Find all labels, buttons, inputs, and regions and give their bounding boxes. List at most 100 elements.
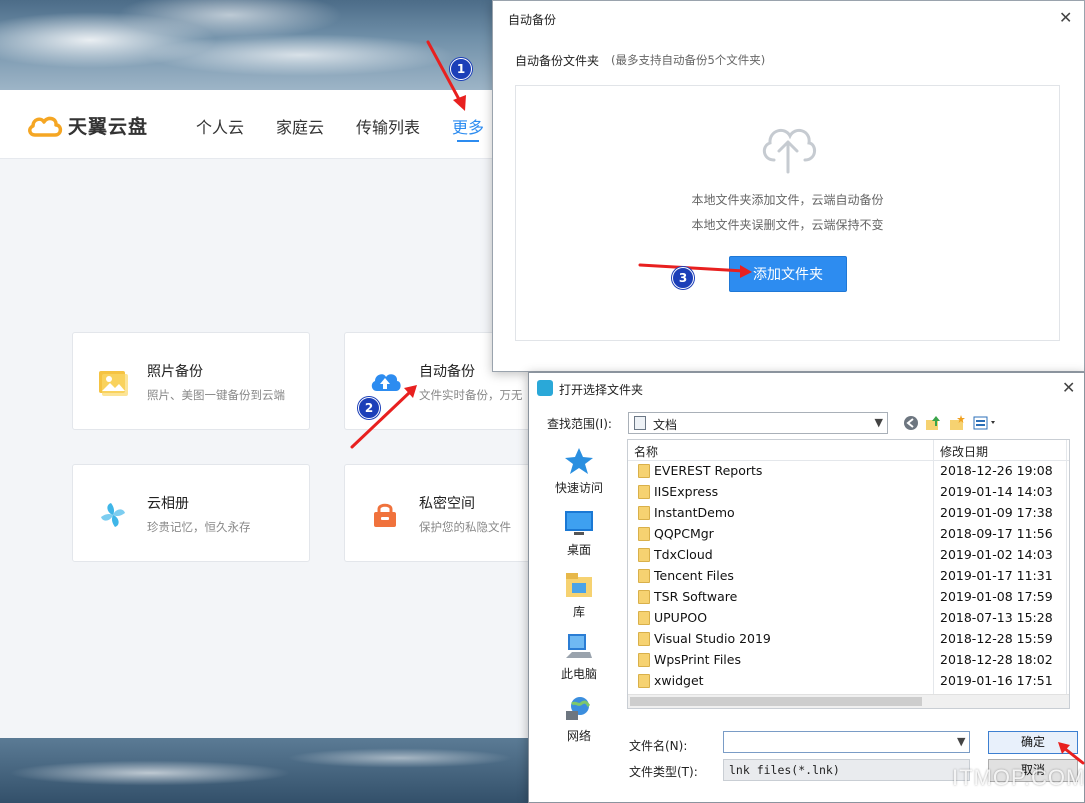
card-private-space[interactable]: 私密空间 保护您的私隐文件 xyxy=(344,464,540,562)
file-date: 2018-12-28 18:02 xyxy=(940,652,1053,667)
folder-icon xyxy=(638,485,650,499)
section-hint: (最多支持自动备份5个文件夹) xyxy=(611,53,766,67)
file-name: UPUPOO xyxy=(654,610,708,625)
file-name: Tencent Files xyxy=(654,568,734,583)
new-folder-icon[interactable] xyxy=(949,415,965,431)
table-row[interactable]: xwidget 2019-01-16 17:51 xyxy=(628,671,1069,692)
view-menu-icon[interactable] xyxy=(973,415,999,431)
step-badge-3: 3 xyxy=(672,267,694,289)
file-date: 2019-01-09 17:38 xyxy=(940,505,1053,520)
folder-icon xyxy=(638,653,650,667)
scrollbar-thumb[interactable] xyxy=(630,697,922,706)
pinwheel-icon xyxy=(101,503,125,527)
table-row[interactable]: Tencent Files 2019-01-17 11:31 xyxy=(628,566,1069,587)
card-desc: 保护您的私隐文件 xyxy=(419,520,511,534)
watermark: ITMOP.COM xyxy=(952,765,1085,790)
back-icon[interactable] xyxy=(903,415,919,431)
place-this-pc[interactable]: 此电脑 xyxy=(543,633,615,682)
file-name: Visual Studio 2019 xyxy=(654,631,771,646)
close-icon[interactable]: ✕ xyxy=(1059,10,1072,26)
file-name: IISExpress xyxy=(654,484,719,499)
card-title: 照片备份 xyxy=(147,364,203,380)
place-network[interactable]: 网络 xyxy=(543,695,615,744)
cloud-logo-icon xyxy=(28,116,63,137)
file-date: 2018-09-17 11:56 xyxy=(940,526,1053,541)
step-badge-2: 2 xyxy=(358,397,380,419)
look-in-value: 文档 xyxy=(653,418,678,432)
app-header: 天翼云盘 个人云 家庭云 传输列表 更多 xyxy=(0,90,540,159)
select-folder-dialog: 打开选择文件夹 ✕ 查找范围(I): 文档 ▼ 快速访问 桌面 库 此电脑 网络… xyxy=(528,372,1085,803)
info-line-2: 本地文件夹误删文件，云端保持不变 xyxy=(691,218,884,232)
folder-icon xyxy=(638,569,650,583)
dialog-title: 打开选择文件夹 xyxy=(559,383,644,397)
info-line-1: 本地文件夹添加文件，云端自动备份 xyxy=(691,193,884,207)
cloud-upload-icon xyxy=(371,374,401,391)
card-photo-backup[interactable]: 照片备份 照片、美图一键备份到云端 xyxy=(72,332,310,430)
table-row[interactable]: Visual Studio 2019 2018-12-28 15:59 xyxy=(628,629,1069,650)
folder-drop-zone[interactable]: 本地文件夹添加文件，云端自动备份 本地文件夹误删文件，云端保持不变 添加文件夹 xyxy=(515,85,1060,341)
table-row[interactable]: TdxCloud 2019-01-02 14:03 xyxy=(628,545,1069,566)
place-desktop[interactable]: 桌面 xyxy=(543,509,615,558)
file-type-value: lnk files(*.lnk) xyxy=(729,763,840,777)
table-row[interactable]: EVEREST Reports 2018-12-26 19:08 xyxy=(628,461,1069,482)
card-desc: 照片、美图一键备份到云端 xyxy=(147,388,285,402)
photo-icon xyxy=(99,371,128,396)
place-quick-access[interactable]: 快速访问 xyxy=(543,447,615,496)
table-row[interactable]: InstantDemo 2019-01-09 17:38 xyxy=(628,503,1069,524)
folder-icon xyxy=(638,590,650,604)
card-desc: 珍贵记忆，恒久永存 xyxy=(147,520,251,534)
file-date: 2018-07-13 15:28 xyxy=(940,610,1053,625)
chevron-down-icon: ▼ xyxy=(874,416,883,429)
app-icon xyxy=(537,380,553,396)
table-row[interactable]: TSR Software 2019-01-08 17:59 xyxy=(628,587,1069,608)
tab-personal-cloud[interactable]: 个人云 xyxy=(196,114,244,138)
file-date: 2019-01-14 14:03 xyxy=(940,484,1053,499)
card-desc: 文件实时备份，万无 xyxy=(419,388,523,402)
tianyi-cloud-app: 天翼云盘 个人云 家庭云 传输列表 更多 照片备份 照片、美图一键备份到云端 自… xyxy=(0,90,540,738)
look-in-select[interactable]: 文档 ▼ xyxy=(628,412,888,434)
folder-icon xyxy=(638,464,650,478)
auto-backup-dialog: 自动备份 ✕ 自动备份文件夹 (最多支持自动备份5个文件夹) 本地文件夹添加文件… xyxy=(492,0,1085,372)
add-folder-button[interactable]: 添加文件夹 xyxy=(729,256,847,292)
place-libraries[interactable]: 库 xyxy=(543,571,615,620)
file-date: 2018-12-28 15:59 xyxy=(940,631,1053,646)
section-label: 自动备份文件夹 xyxy=(515,54,600,68)
background-water xyxy=(0,738,540,803)
card-cloud-album[interactable]: 云相册 珍贵记忆，恒久永存 xyxy=(72,464,310,562)
table-row[interactable]: IISExpress 2019-01-14 14:03 xyxy=(628,482,1069,503)
file-name-input[interactable] xyxy=(723,731,970,753)
folder-icon xyxy=(638,611,650,625)
table-row[interactable]: UPUPOO 2018-07-13 15:28 xyxy=(628,608,1069,629)
close-icon[interactable]: ✕ xyxy=(1062,380,1075,396)
file-type-select[interactable]: lnk files(*.lnk) xyxy=(723,759,970,781)
place-label: 桌面 xyxy=(566,543,591,557)
file-list[interactable]: ⌃ 名称 修改日期 EVEREST Reports 2018-12-26 19:0… xyxy=(627,439,1070,709)
chevron-down-icon[interactable]: ▼ xyxy=(957,735,965,748)
column-date-modified[interactable]: 修改日期 xyxy=(940,443,988,460)
star-icon xyxy=(565,448,593,474)
file-type-label: 文件类型(T): xyxy=(629,765,698,779)
card-title: 私密空间 xyxy=(419,496,475,512)
tab-transfer-list[interactable]: 传输列表 xyxy=(356,114,420,138)
folder-icon xyxy=(638,674,650,688)
file-date: 2018-12-26 19:08 xyxy=(940,463,1053,478)
folder-icon xyxy=(638,527,650,541)
file-name: TdxCloud xyxy=(654,547,713,562)
tab-family-cloud[interactable]: 家庭云 xyxy=(276,114,324,138)
network-icon xyxy=(566,697,591,720)
place-label: 库 xyxy=(572,605,585,619)
table-row[interactable]: WpsPrint Files 2018-12-28 18:02 xyxy=(628,650,1069,671)
horizontal-scrollbar[interactable] xyxy=(628,694,1069,708)
step-badge-1: 1 xyxy=(450,58,472,80)
up-folder-icon[interactable] xyxy=(925,415,941,431)
ok-button[interactable]: 确定 xyxy=(988,731,1078,754)
tab-more[interactable]: 更多 xyxy=(452,114,484,138)
card-title: 自动备份 xyxy=(419,364,475,380)
dialog-title: 自动备份 xyxy=(508,13,557,27)
file-date: 2019-01-02 14:03 xyxy=(940,547,1053,562)
computer-icon xyxy=(566,634,592,658)
column-name[interactable]: 名称 xyxy=(634,443,658,460)
sort-ascending-icon: ⌃ xyxy=(775,439,784,447)
table-row[interactable]: QQPCMgr 2018-09-17 11:56 xyxy=(628,524,1069,545)
folder-icon xyxy=(638,548,650,562)
